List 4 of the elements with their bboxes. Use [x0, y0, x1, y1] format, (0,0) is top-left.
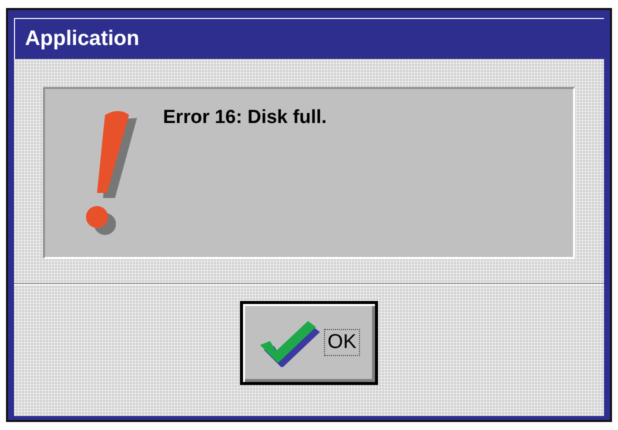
ok-button[interactable]: OK	[240, 300, 378, 384]
error-message: Error 16: Disk full.	[163, 107, 328, 130]
window-title: Application	[25, 27, 140, 51]
checkmark-icon	[258, 318, 320, 366]
